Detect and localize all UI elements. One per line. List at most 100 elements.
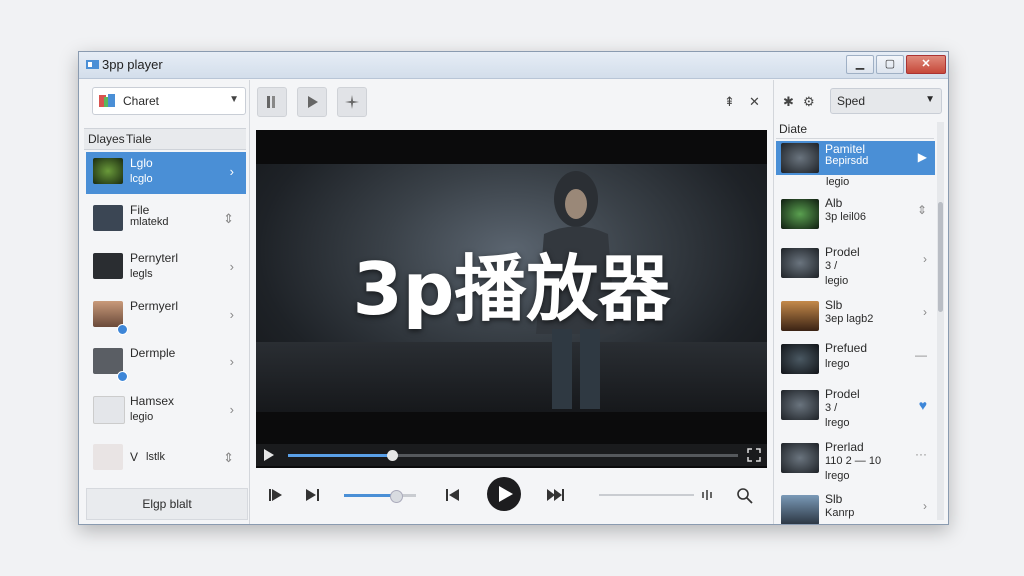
list-item[interactable]: Hamsex legio › [86,390,246,432]
list-item-sub: legio [130,411,154,423]
play-icon[interactable]: ▶ [918,150,927,164]
playlist-item-name: Prodel [825,387,860,401]
playlist-item[interactable]: Pamitel Bepirsdd ▶ [776,141,935,175]
chevron-right-icon: › [229,164,234,179]
playlist-item-sub: 3 / [825,260,838,272]
more-icon[interactable]: ··· [915,447,927,461]
chevron-right-icon: › [229,307,234,322]
list-item-name: File [130,203,150,217]
volume-slider[interactable] [344,490,416,503]
list-item[interactable]: Pernyterl legls › [86,247,246,289]
skip-start-icon[interactable] [269,488,283,502]
player-window: 3pp player ▁ ▢ ✕ Charet ▼ Dlayes Tiale L… [78,51,949,525]
list-item-sub: mlatekd [130,216,169,228]
video-controls [256,444,767,466]
channel-select-label: Charet [123,94,160,108]
minimize-button[interactable]: ▁ [846,55,874,74]
footer-button[interactable]: Elgp blalt [86,488,248,520]
fullscreen-icon[interactable] [747,448,761,462]
thumbnail [781,143,819,173]
audio-icon[interactable] [701,488,715,502]
minimize-icon: ▁ [855,58,865,70]
app-icon [86,60,99,69]
status-dot [117,324,128,335]
column-header-dlayes[interactable]: Dlayes [88,132,125,146]
previous-icon[interactable] [446,488,460,502]
list-item[interactable]: File mlatekd ⇕ [86,199,246,241]
playlist-item[interactable]: Alb 3p leil06 ⇕ [776,193,935,239]
channel-select[interactable]: Charet ▼ [92,87,246,115]
list-item-sub: legls [130,268,153,280]
close-icon[interactable]: ✕ [749,94,760,110]
playlist-item[interactable]: Slb Kanrp › [776,489,935,524]
thumbnail [93,301,123,327]
playlist-item-sub: Bepirsdd [825,155,869,167]
speed-select[interactable]: Sped ▼ [830,88,942,114]
playlist-item-sub: 3 / [825,402,838,414]
heart-icon[interactable]: ♥ [919,397,927,413]
sort-icon[interactable]: ⇕ [917,203,927,217]
playlist-item-name: Slb [825,492,843,506]
column-header-tiale[interactable]: Tiale [126,132,152,146]
playlist-item-sub2: lrego [825,417,850,429]
play-icon[interactable] [264,449,274,461]
scrollbar-thumb[interactable] [938,202,943,312]
minus-icon[interactable]: — [915,348,927,362]
left-list-header: Dlayes Tiale [84,128,246,150]
step-forward-icon[interactable] [306,488,320,502]
close-window-button[interactable]: ✕ [906,55,946,74]
list-item[interactable]: Lglo lcglo › [86,152,246,194]
seek-progress [288,454,392,457]
chevron-right-icon[interactable]: › [923,499,927,513]
channel-icon [99,94,115,107]
list-item[interactable]: Permyerl › [86,295,246,337]
seek-handle[interactable] [386,450,398,461]
maximize-icon: ▢ [884,58,896,70]
chevron-right-icon[interactable]: › [923,305,927,319]
playlist-item[interactable]: Prodel 3 / lrego ♥ [776,384,935,430]
volume-handle[interactable] [389,490,403,503]
video-area[interactable]: 3p播放器 [256,130,767,468]
right-list-header: Diate [776,120,934,139]
gear-icon[interactable]: ⚙ [803,94,815,110]
speed-select-label: Sped [837,94,866,108]
playlist-item-name: Prodel [825,245,860,259]
chevron-right-icon[interactable]: › [923,252,927,266]
playlist-item[interactable]: Prerlad 110 2 — 10 lrego ··· [776,437,935,483]
playlist-item[interactable]: Prefued lrego — [776,338,935,384]
maximize-button[interactable]: ▢ [876,55,904,74]
thumbnail [781,344,819,374]
thumbnail [781,495,819,524]
thumbnail [781,443,819,473]
chevron-right-icon: › [229,354,234,369]
playlist-item-name: Prerlad [825,440,864,454]
chevron-right-icon: › [229,259,234,274]
sparkle-icon [345,95,359,109]
list-item[interactable]: V lstlk ⇕ [86,438,246,480]
video-ground [256,342,767,412]
seek-bar[interactable] [288,450,738,461]
playlist-item[interactable]: Prodel 3 / legio › [776,242,935,288]
playlist-item-name: Alb [825,196,843,210]
list-item-name: V [130,450,139,464]
library-icon [267,96,275,108]
pin-icon[interactable]: ⇞ [724,94,735,110]
pin-star-icon[interactable]: ✱ [783,94,794,110]
sort-icon: ⇕ [223,211,234,226]
library-button[interactable] [257,87,287,117]
position-track[interactable] [599,494,694,496]
fast-forward-icon[interactable] [547,488,565,502]
playlist-item[interactable]: Slb 3ep lagb2 › [776,295,935,341]
window-title: 3pp player [102,57,163,72]
playlist-scrollbar[interactable] [937,122,944,520]
play-button[interactable] [487,477,521,511]
right-divider [773,80,774,524]
play-toolbar-button[interactable] [297,87,327,117]
list-item[interactable]: Dermple › [86,342,246,384]
volume-level [344,494,396,497]
search-icon[interactable] [737,488,753,504]
column-header-diate[interactable]: Diate [779,122,807,136]
play-icon [308,96,318,108]
effects-button[interactable] [337,87,367,117]
playlist-item-sub2: legio [825,275,849,287]
